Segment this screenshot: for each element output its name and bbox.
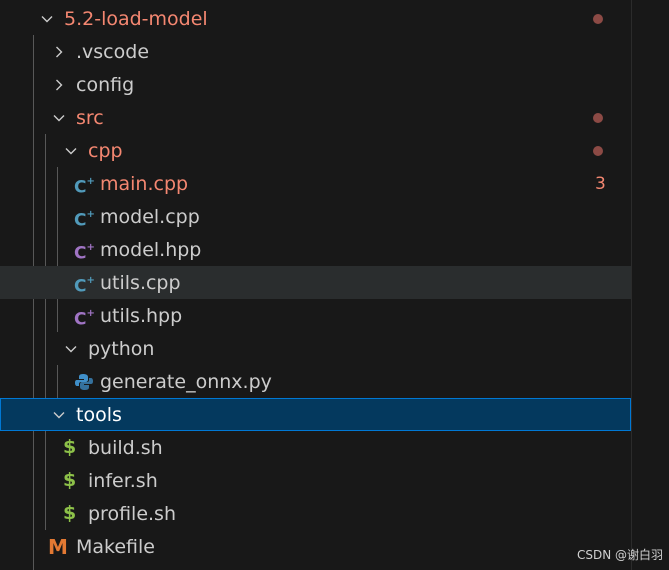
tree-file-utils-cpp[interactable]: C+ utils.cpp (0, 266, 631, 299)
file-label-utils-hpp: utils.hpp (100, 305, 183, 327)
folder-label-tools: tools (76, 404, 122, 426)
cpp-file-icon: C+ (74, 275, 95, 297)
modified-dot (593, 14, 603, 24)
folder-label-src: src (76, 107, 104, 129)
tree-folder-vscode[interactable]: .vscode (0, 35, 631, 68)
hpp-file-icon: C+ (74, 308, 95, 330)
tree-folder-root[interactable]: 5.2-load-model (0, 2, 631, 35)
tree-file-model-cpp[interactable]: C+ model.cpp (0, 200, 631, 233)
problems-count-badge: 3 (595, 174, 606, 194)
folder-label-vscode: .vscode (76, 41, 150, 63)
file-label-utils-cpp: utils.cpp (100, 272, 181, 294)
tree-folder-config[interactable]: config (0, 68, 631, 101)
file-explorer: 5.2-load-model .vscode config src cpp C+… (0, 0, 631, 570)
file-label-model-cpp: model.cpp (100, 206, 200, 228)
chevron-right-icon (56, 79, 63, 91)
folder-label-config: config (76, 74, 135, 96)
folder-label-cpp: cpp (88, 140, 123, 162)
tree-folder-python[interactable]: python (0, 332, 631, 365)
tree-file-utils-hpp[interactable]: C+ utils.hpp (0, 299, 631, 332)
chevron-down-icon (53, 115, 65, 122)
tree-folder-tools[interactable]: tools (0, 398, 631, 431)
makefile-icon: M (48, 535, 68, 559)
tree-folder-src[interactable]: src (0, 101, 631, 134)
modified-dot (593, 146, 603, 156)
chevron-down-icon (53, 412, 65, 419)
file-label-main-cpp: main.cpp (100, 173, 189, 195)
tree-file-main-cpp[interactable]: C+ main.cpp 3 (0, 167, 631, 200)
file-label-infer-sh: infer.sh (88, 470, 158, 492)
tree-file-model-hpp[interactable]: C+ model.hpp (0, 233, 631, 266)
chevron-right-icon (56, 46, 63, 58)
chevron-down-icon (65, 148, 77, 155)
tree-file-infer-sh[interactable]: $ infer.sh (0, 464, 631, 497)
cpp-file-icon: C+ (74, 209, 95, 231)
python-file-icon (75, 374, 93, 390)
tree-file-makefile[interactable]: M Makefile (0, 530, 631, 563)
file-label-generate-onnx-py: generate_onnx.py (100, 371, 272, 393)
folder-label-root: 5.2-load-model (64, 8, 208, 30)
shell-file-icon: $ (63, 469, 77, 491)
tree-file-build-sh[interactable]: $ build.sh (0, 431, 631, 464)
tree-folder-cpp[interactable]: cpp (0, 134, 631, 167)
chevron-down-icon (65, 346, 77, 353)
watermark-text: CSDN @谢白羽 (577, 548, 664, 562)
chevron-down-icon (41, 16, 53, 23)
file-label-build-sh: build.sh (88, 437, 163, 459)
file-label-model-hpp: model.hpp (100, 239, 202, 261)
file-label-makefile: Makefile (76, 536, 155, 558)
file-label-profile-sh: profile.sh (88, 503, 176, 525)
folder-label-python: python (88, 338, 155, 360)
cpp-file-icon: C+ (74, 176, 95, 198)
hpp-file-icon: C+ (74, 242, 95, 264)
shell-file-icon: $ (63, 436, 77, 458)
shell-file-icon: $ (63, 502, 77, 524)
tree-file-profile-sh[interactable]: $ profile.sh (0, 497, 631, 530)
modified-dot (593, 113, 603, 123)
explorer-border (631, 0, 632, 570)
tree-file-generate-onnx-py[interactable]: generate_onnx.py (0, 365, 631, 398)
